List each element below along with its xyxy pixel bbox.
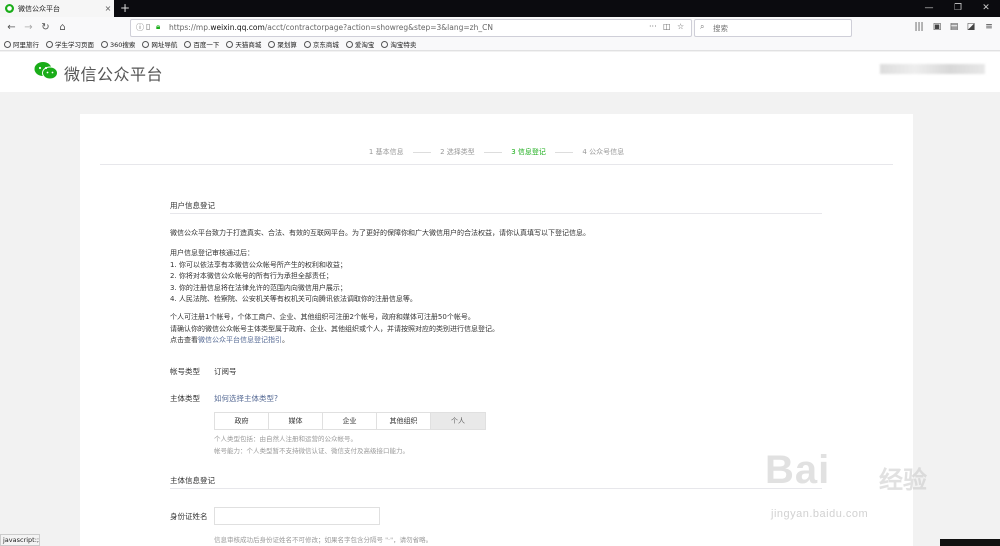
tab-strip: ● 微信公众平台 × + — ❐ ✕ bbox=[0, 0, 1000, 17]
subject-tip: 个人类型包括：由自然人注册和运营的公众帐号。 bbox=[214, 435, 357, 443]
search-input[interactable]: ⌕ 搜索 bbox=[694, 19, 852, 37]
wechat-favicon-icon: ● bbox=[5, 4, 14, 13]
review-list: 用户信息登记审核通过后： 1. 你可以依法享有本微信公众帐号所产生的权利和收益；… bbox=[170, 248, 417, 306]
bookmark-star-icon[interactable]: ☆ bbox=[677, 22, 684, 31]
globe-icon bbox=[345, 40, 353, 48]
step-divider bbox=[412, 151, 431, 153]
limits-text: 个人可注册1个帐号，个体工商户、企业、其他组织可注册2个帐号，政府和媒体可注册5… bbox=[170, 312, 499, 347]
globe-icon bbox=[303, 40, 311, 48]
review-item: 4. 人民法院、检察院、公安机关等有权机关可向腾讯依法调取你的注册信息等。 bbox=[170, 295, 417, 303]
divider bbox=[100, 164, 893, 165]
url-text[interactable]: https://mp.weixin.qq.com/acct/contractor… bbox=[169, 23, 493, 32]
section-title-user-info: 用户信息登记 bbox=[170, 201, 215, 210]
limits-line: 请确认你的微信公众帐号主体类型属于政府、企业、其他组织或个人，并请按照对应的类别… bbox=[170, 324, 499, 333]
account-type-value: 订阅号 bbox=[214, 367, 237, 376]
review-title: 用户信息登记审核通过后： bbox=[170, 249, 254, 257]
globe-icon bbox=[226, 40, 234, 48]
bookmark-item[interactable]: 淘宝特卖 bbox=[381, 39, 416, 49]
page-content: 微信公众平台 1 基本信息 2 选择类型 3 信息登记 4 公众号信息 用户信息… bbox=[0, 52, 1000, 546]
option-other-organization[interactable]: 其他组织 bbox=[377, 413, 431, 429]
id-name-tip: 信息审核成功后身份证姓名不可修改；如果名字包含分隔号 "·"，请勿省略。 bbox=[214, 536, 433, 544]
globe-icon bbox=[4, 40, 11, 48]
tab-close-icon[interactable]: × bbox=[102, 4, 114, 13]
option-individual-selected[interactable]: 个人 bbox=[431, 413, 485, 429]
bookmark-item[interactable]: 天猫商城 bbox=[226, 39, 261, 49]
bookmark-item[interactable]: 网址导航 bbox=[142, 39, 177, 49]
step-4: 4 公众号信息 bbox=[582, 148, 625, 156]
menu-icon[interactable]: ≡ bbox=[982, 20, 996, 34]
library-icon[interactable]: ||| bbox=[912, 20, 926, 34]
review-item: 3. 你的注册信息将在法律允许的范围内向微信用户展示； bbox=[170, 283, 347, 292]
review-item: 1. 你可以依法享有本微信公众帐号所产生的权利和收益； bbox=[170, 260, 347, 269]
url-bar[interactable]: ⓘ ▯ 🔒︎ https://mp.weixin.qq.com/acct/con… bbox=[130, 19, 692, 37]
step-divider bbox=[484, 151, 502, 153]
navigation-bar: ← → ↻ ⌂ ⓘ ▯ 🔒︎ https://mp.weixin.qq.com/… bbox=[0, 17, 1000, 39]
bookmark-item[interactable]: 学生学习页面 bbox=[46, 39, 94, 49]
guide-line: 点击查看微信公众平台信息登记指引。 bbox=[170, 336, 289, 344]
section-divider bbox=[170, 213, 822, 214]
extension-icon[interactable]: ▤ bbox=[947, 20, 961, 34]
pocket-icon[interactable]: ◫ bbox=[663, 22, 671, 31]
lock-icon[interactable]: 🔒︎ bbox=[156, 22, 160, 32]
globe-icon bbox=[381, 40, 389, 48]
subject-tip: 帐号能力：个人类型暂不支持微信认证、微信支付及高级接口能力。 bbox=[214, 447, 409, 455]
bookmarks-bar: 阿里旅行 学生学习页面 360搜索 网址导航 百度一下 天猫商城 聚划算 京东商… bbox=[0, 38, 1000, 51]
status-bar: javascript:; bbox=[0, 534, 40, 546]
globe-icon bbox=[46, 40, 53, 48]
registration-card: 1 基本信息 2 选择类型 3 信息登记 4 公众号信息 用户信息登记 微信公众… bbox=[80, 114, 913, 546]
section-divider bbox=[170, 488, 822, 489]
taskbar-fragment bbox=[940, 539, 1000, 546]
account-info-blurred[interactable] bbox=[880, 64, 985, 74]
site-header: 微信公众平台 bbox=[0, 52, 1000, 92]
info-icon[interactable]: ⓘ bbox=[136, 22, 144, 33]
bookmark-item[interactable]: 360搜索 bbox=[101, 39, 135, 49]
screenshot-icon[interactable]: ◪ bbox=[964, 20, 978, 34]
step-indicator: 1 基本信息 2 选择类型 3 信息登记 4 公众号信息 bbox=[80, 147, 913, 157]
guide-link[interactable]: 微信公众平台信息登记指引 bbox=[198, 336, 282, 344]
review-item: 2. 你将对本微信公众帐号的所有行为承担全部责任； bbox=[170, 272, 333, 280]
back-icon[interactable]: ← bbox=[4, 20, 19, 35]
intro-text: 微信公众平台致力于打造真实、合法、有效的互联网平台。为了更好的保障你和广大微信用… bbox=[170, 229, 590, 237]
browser-tab[interactable]: ● 微信公众平台 × bbox=[0, 0, 114, 17]
new-tab-button[interactable]: + bbox=[118, 1, 132, 15]
id-name-label: 身份证姓名 bbox=[170, 512, 208, 521]
forward-icon[interactable]: → bbox=[21, 20, 36, 35]
bookmark-item[interactable]: 百度一下 bbox=[184, 39, 219, 49]
bookmark-item[interactable]: 阿里旅行 bbox=[4, 39, 39, 49]
page-actions-icon[interactable]: ··· bbox=[649, 22, 657, 31]
subject-type-label: 主体类型 bbox=[170, 394, 200, 403]
limits-line: 个人可注册1个帐号，个体工商户、企业、其他组织可注册2个帐号，政府和媒体可注册5… bbox=[170, 313, 475, 321]
wechat-logo-icon[interactable] bbox=[34, 61, 58, 81]
search-icon: ⌕ bbox=[700, 22, 705, 31]
bookmark-item[interactable]: 爱淘宝 bbox=[345, 39, 374, 49]
brand-title[interactable]: 微信公众平台 bbox=[64, 61, 163, 85]
option-media[interactable]: 媒体 bbox=[269, 413, 323, 429]
sidebar-icon[interactable]: ▣ bbox=[930, 20, 944, 34]
step-3-active: 3 信息登记 bbox=[511, 148, 546, 156]
home-icon[interactable]: ⌂ bbox=[55, 20, 70, 35]
account-type-label: 帐号类型 bbox=[170, 367, 200, 376]
bookmark-item[interactable]: 聚划算 bbox=[268, 39, 297, 49]
step-2: 2 选择类型 bbox=[440, 148, 475, 156]
id-name-input[interactable] bbox=[214, 507, 380, 525]
window-close-icon[interactable]: ✕ bbox=[972, 0, 1000, 17]
globe-icon bbox=[184, 40, 192, 48]
subject-type-help-link[interactable]: 如何选择主体类型? bbox=[214, 393, 278, 404]
bookmark-item[interactable]: 京东商城 bbox=[303, 39, 339, 49]
step-divider bbox=[555, 151, 574, 153]
section-title-subject-info: 主体信息登记 bbox=[170, 476, 215, 485]
globe-icon bbox=[101, 40, 108, 48]
globe-icon bbox=[268, 40, 276, 48]
restore-icon[interactable]: ❐ bbox=[944, 0, 972, 17]
globe-icon bbox=[142, 40, 150, 48]
search-placeholder: 搜索 bbox=[713, 24, 728, 33]
reload-icon[interactable]: ↻ bbox=[38, 20, 53, 35]
subject-type-selector: 政府 媒体 企业 其他组织 个人 bbox=[214, 412, 486, 430]
option-enterprise[interactable]: 企业 bbox=[323, 413, 377, 429]
page-icon: ▯ bbox=[146, 22, 151, 31]
step-1: 1 基本信息 bbox=[368, 148, 404, 156]
option-government[interactable]: 政府 bbox=[215, 413, 269, 429]
tab-title: 微信公众平台 bbox=[18, 4, 60, 13]
minimize-icon[interactable]: — bbox=[915, 0, 943, 17]
